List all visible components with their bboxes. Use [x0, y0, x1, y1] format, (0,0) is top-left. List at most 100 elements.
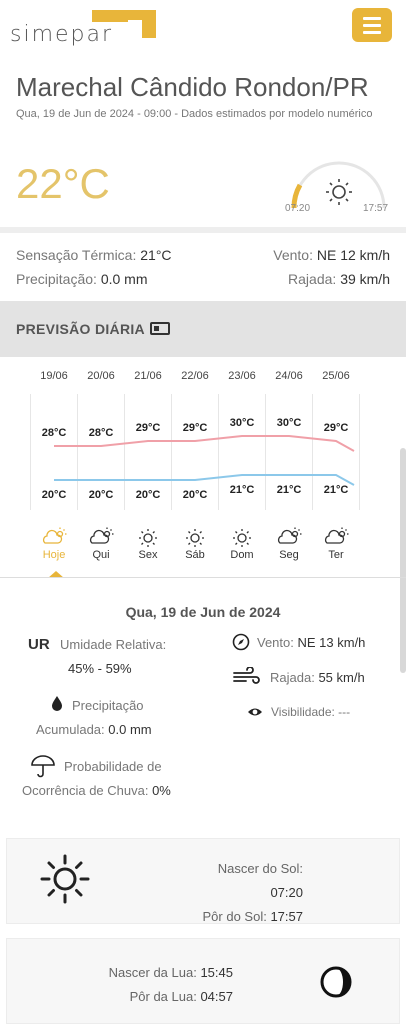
- logo-text: simepar: [10, 22, 114, 47]
- rain-probability-label: Probabilidade de: [64, 759, 162, 774]
- min-temp-label: 20°C: [42, 489, 67, 501]
- sunrise-label: Nascer do Sol:: [217, 861, 303, 876]
- moonset-value: 04:57: [200, 989, 233, 1004]
- wind-value: NE 12 km/h: [316, 247, 390, 263]
- partly-cloudy-icon[interactable]: [324, 527, 349, 544]
- day-name-label: Qui: [92, 549, 109, 561]
- max-temp-label: 29°C: [136, 422, 161, 434]
- humidity-label: Umidade Relativa:: [60, 637, 167, 652]
- detail-wind-value: NE 13 km/h: [297, 635, 366, 650]
- moonrise-value: 15:45: [200, 965, 233, 980]
- menu-line: [363, 16, 381, 20]
- daily-forecast-header: PREVISÃO DIÁRIA: [0, 301, 406, 357]
- min-temp-label: 20°C: [136, 489, 161, 501]
- umbrella-icon: [31, 755, 55, 778]
- rain-probability-value: 0%: [152, 783, 171, 798]
- min-temp-label: 21°C: [230, 484, 255, 496]
- date-label: 25/06: [322, 370, 350, 382]
- section-divider: [0, 227, 406, 233]
- partly-cloudy-icon[interactable]: [42, 527, 67, 544]
- day-name-label: Sáb: [185, 549, 205, 561]
- menu-line: [363, 23, 381, 27]
- min-temp-label: 20°C: [183, 489, 208, 501]
- current-left-stats: Sensação Térmica: 21°C Precipitação: 0.0…: [16, 243, 172, 291]
- max-temp-label: 30°C: [277, 417, 302, 429]
- forecast-subtitle: Qua, 19 de Jun de 2024 - 09:00 - Dados e…: [16, 108, 373, 120]
- min-temp-label: 20°C: [89, 489, 114, 501]
- detail-gust-label: Rajada:: [270, 670, 315, 685]
- wind-icon: [233, 667, 260, 684]
- day-name-label: Dom: [230, 549, 253, 561]
- daily-temperature-chart[interactable]: 19/06 20/06 21/06 22/06 23/06 24/06 25/06 28°C 2…: [30, 360, 370, 575]
- sun-times: Nascer do Sol: 07:20 Pôr do Sol: 17:57: [183, 857, 304, 929]
- wind-label: Vento:: [273, 247, 313, 263]
- detail-wind: Vento: NE 13 km/h: [257, 635, 365, 650]
- gust-value: 39 km/h: [340, 271, 390, 287]
- moon-times: Nascer da Lua: 15:45 Pôr da Lua: 04:57: [87, 961, 233, 1009]
- precip-accumulated-sublabel: Acumulada:: [36, 722, 105, 737]
- detail-gust: Rajada: 55 km/h: [270, 670, 365, 685]
- simepar-logo[interactable]: simepar: [10, 8, 170, 47]
- sun-icon[interactable]: [233, 529, 251, 547]
- sun-icon[interactable]: [139, 529, 157, 547]
- max-temp-label: 30°C: [230, 417, 255, 429]
- chart-divider: [0, 577, 406, 578]
- precip-accumulated-row: Acumulada: 0.0 mm: [36, 722, 152, 737]
- max-temp-label: 29°C: [183, 422, 208, 434]
- day-name-label: Hoje: [43, 549, 66, 561]
- compass-icon: [232, 633, 250, 651]
- date-label: 19/06: [40, 370, 68, 382]
- moon-phase-icon: [320, 966, 352, 998]
- max-temp-label: 28°C: [89, 427, 114, 439]
- date-label: 23/06: [228, 370, 256, 382]
- detail-gust-value: 55 km/h: [318, 670, 365, 685]
- menu-button[interactable]: [352, 8, 392, 42]
- top-bar: simepar: [0, 0, 406, 56]
- day-name-label: Seg: [279, 549, 299, 561]
- partly-cloudy-icon[interactable]: [277, 527, 302, 544]
- humidity-abbr: UR: [28, 636, 50, 653]
- sunset-time: 17:57: [363, 203, 389, 214]
- feels-like-label: Sensação Térmica:: [16, 247, 137, 263]
- detail-wind-label: Vento:: [257, 635, 294, 650]
- sun-icon: [326, 179, 352, 205]
- sun-icon: [40, 854, 90, 904]
- feels-like-value: 21°C: [140, 247, 172, 263]
- daily-forecast-title: PREVISÃO DIÁRIA: [16, 321, 145, 337]
- sunset-label: Pôr do Sol:: [202, 909, 267, 924]
- sunrise-value: 07:20: [270, 885, 303, 900]
- visibility: Visibilidade: ---: [271, 705, 350, 719]
- calendar-icon[interactable]: [150, 322, 170, 335]
- rain-probability-row: Ocorrência de Chuva: 0%: [22, 783, 171, 798]
- sunrise-time: 07:20: [285, 203, 311, 214]
- scrollbar[interactable]: [400, 448, 406, 673]
- moon-times-card: Nascer da Lua: 15:45 Pôr da Lua: 04:57: [6, 938, 400, 1024]
- city-name: Marechal Cândido Rondon/PR: [16, 72, 369, 102]
- precip-accumulated-value: 0.0 mm: [108, 722, 152, 737]
- date-label: 20/06: [87, 370, 115, 382]
- precipitation-label: Precipitação:: [16, 271, 97, 287]
- visibility-value: ---: [338, 705, 351, 719]
- precipitation-value: 0.0 mm: [100, 271, 148, 287]
- precip-accumulated-label: Precipitação: [72, 698, 144, 713]
- sun-icon[interactable]: [186, 529, 204, 547]
- menu-line: [363, 30, 381, 34]
- max-temp-label: 29°C: [324, 422, 349, 434]
- partly-cloudy-icon[interactable]: [89, 527, 114, 544]
- humidity-value: 45% - 59%: [68, 661, 132, 676]
- date-label: 21/06: [134, 370, 162, 382]
- date-label: 24/06: [275, 370, 303, 382]
- min-temp-label: 21°C: [324, 484, 349, 496]
- min-temp-label: 21°C: [277, 484, 302, 496]
- min-temp-line: [54, 474, 355, 486]
- moonrise-label: Nascer da Lua:: [108, 965, 197, 980]
- eye-icon: [248, 708, 262, 716]
- day-name-label: Ter: [328, 549, 344, 561]
- moonset-label: Pôr da Lua:: [129, 989, 197, 1004]
- sun-times-card: Nascer do Sol: 07:20 Pôr do Sol: 17:57: [6, 838, 400, 924]
- rain-probability-sublabel: Ocorrência de Chuva:: [22, 783, 149, 798]
- date-label: 22/06: [181, 370, 209, 382]
- visibility-label: Visibilidade:: [271, 705, 335, 719]
- rain-drop-icon: [52, 696, 62, 711]
- sunset-value: 17:57: [270, 909, 303, 924]
